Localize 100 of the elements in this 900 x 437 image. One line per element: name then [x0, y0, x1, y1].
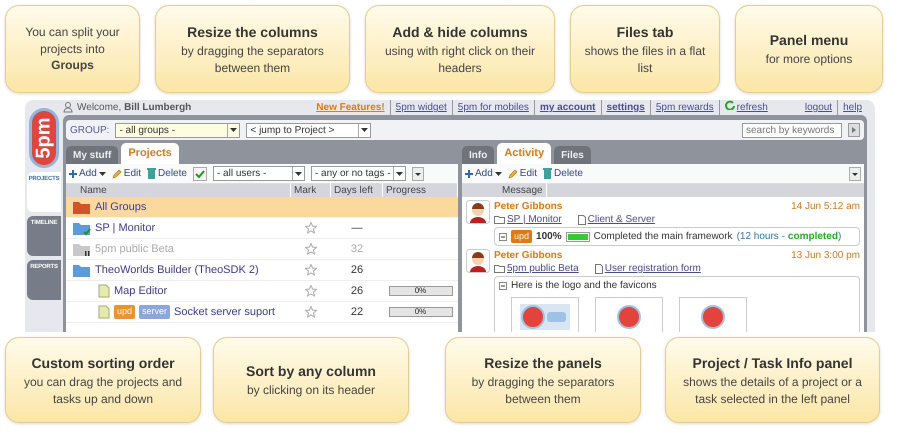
- task-link[interactable]: User registration form: [594, 262, 701, 275]
- caret-icon: [396, 172, 403, 176]
- avatar-icon: [466, 200, 490, 224]
- callout-text: by clicking on its header: [246, 382, 376, 399]
- days-left: 26: [350, 264, 364, 276]
- group-select[interactable]: - all groups -: [115, 122, 240, 138]
- pencil-icon: [112, 168, 122, 178]
- folder-icon: [494, 215, 505, 224]
- callout-title: Sort by any column: [245, 362, 377, 382]
- row-name: SP | Monitor: [95, 220, 156, 236]
- project-select[interactable]: < jump to Project >: [246, 122, 372, 138]
- group-folder-icon: [72, 199, 91, 215]
- welcome-text: Welcome, Bill Lumbergh: [77, 101, 192, 115]
- callout-title: Resize the panels: [483, 354, 603, 373]
- task-link[interactable]: Client & Server: [578, 213, 655, 226]
- trash-icon: [147, 168, 156, 179]
- days-left: —: [352, 222, 362, 234]
- document-icon: [594, 264, 603, 274]
- time-note-end: ): [838, 230, 842, 244]
- plus-icon: [69, 170, 77, 178]
- collapse-icon[interactable]: [499, 282, 507, 290]
- callout-title: Add & hide columns: [391, 22, 529, 42]
- progress-text: 0%: [414, 286, 426, 295]
- trash-icon: [543, 168, 552, 179]
- row-name: 5pm public Beta: [95, 242, 174, 257]
- avatar-icon: [466, 249, 490, 273]
- callout-text: by dragging the separators between them: [180, 42, 325, 76]
- callout-text: You can split your projects into Groups: [24, 24, 121, 74]
- refresh-icon: [724, 100, 735, 110]
- edit-button[interactable]: Edit: [508, 166, 538, 181]
- group-label: GROUP:: [70, 124, 110, 138]
- dropdown-icon[interactable]: [412, 166, 424, 180]
- document-icon: [98, 305, 110, 319]
- check-button-icon[interactable]: [192, 166, 207, 180]
- callout-text: by dragging the separators between them: [470, 374, 616, 408]
- logo-icon: [616, 304, 642, 330]
- message-text: Completed the main framework: [594, 230, 733, 244]
- update-tag: upd: [511, 230, 532, 244]
- top-link[interactable]: logout: [800, 100, 838, 115]
- tab[interactable]: Info: [462, 146, 494, 164]
- document-icon: [578, 214, 586, 224]
- edit-button[interactable]: Edit: [112, 166, 142, 181]
- delete-button[interactable]: Delete: [147, 166, 187, 181]
- attachment-thumbnail[interactable]: [679, 297, 747, 332]
- tags-filter[interactable]: - any or no tags -: [310, 166, 406, 181]
- callout-text: shows the details of a project or a task selected in the left panel: [682, 374, 863, 408]
- project-link[interactable]: 5pm public Beta: [494, 262, 579, 275]
- timestamp: 14 Jun 5:12 am: [791, 200, 860, 213]
- search-go-icon[interactable]: [848, 123, 860, 137]
- caret-icon: [294, 172, 302, 176]
- callout-title: Files tab: [616, 22, 674, 42]
- project-link[interactable]: SP | Monitor: [494, 213, 562, 226]
- tag: server: [139, 305, 170, 319]
- delete-button[interactable]: Delete: [543, 166, 583, 181]
- progress-text: 0%: [414, 307, 426, 316]
- tab[interactable]: My stuff: [66, 146, 118, 164]
- percent-text: 100%: [536, 230, 562, 244]
- star-icon: [305, 285, 317, 297]
- table-row[interactable]: Map Editor 26 0%: [66, 281, 458, 302]
- row-name: Socket server suport: [174, 304, 275, 320]
- star-icon: [305, 243, 317, 255]
- attachment-thumbnail[interactable]: [595, 297, 663, 332]
- days-left: 22: [350, 306, 364, 318]
- days-left: 26: [350, 284, 364, 297]
- add-button[interactable]: Add: [69, 166, 106, 181]
- plus-icon: [465, 170, 473, 178]
- star-icon: [305, 306, 317, 318]
- row-name: TheoWorlds Builder (TheoSDK 2): [95, 262, 259, 278]
- table-row[interactable]: SP | Monitor —: [66, 218, 458, 239]
- callout-title: Panel menu: [768, 31, 850, 50]
- search-field[interactable]: search by keywords: [742, 122, 842, 138]
- tab[interactable]: Files: [554, 146, 591, 164]
- caret-icon: [361, 128, 368, 132]
- callout-text: you can drag the projects and tasks up and down: [22, 374, 184, 408]
- table-row[interactable]: All Groups: [66, 197, 458, 218]
- callout-title: Custom sorting order: [30, 354, 176, 373]
- logo: 5pm: [29, 108, 59, 168]
- attachment-thumbnail[interactable]: [511, 297, 579, 332]
- panel-menu-icon[interactable]: [849, 166, 861, 180]
- message-text: Here is the logo and the favicons: [511, 279, 657, 293]
- add-button[interactable]: Add: [465, 166, 502, 181]
- callout-text: using with right click on their headers: [384, 42, 536, 76]
- caret-icon: [98, 172, 106, 176]
- timestamp: 13 Jun 3:00 pm: [791, 249, 860, 262]
- logo-icon: [520, 304, 570, 330]
- row-name: All Groups: [95, 200, 146, 215]
- callout-title: Project / Task Info panel: [691, 354, 854, 373]
- time-note: (12 hours -: [736, 230, 785, 244]
- collapse-icon[interactable]: [499, 232, 507, 240]
- table-row[interactable]: TheoWorlds Builder (TheoSDK 2) 26: [66, 260, 458, 281]
- author-name: Peter Gibbons: [494, 200, 562, 213]
- callout-text: for more options: [764, 51, 854, 68]
- users-filter[interactable]: - all users -: [212, 166, 305, 181]
- table-row[interactable]: upd server Socket server suport 22 0%: [66, 302, 458, 323]
- document-icon: [98, 284, 110, 298]
- status-text: completed: [788, 230, 838, 244]
- user-icon: [63, 102, 73, 113]
- progress-bar: [566, 232, 590, 242]
- callout-title: Resize the columns: [186, 22, 319, 42]
- row-name: Map Editor: [114, 284, 168, 299]
